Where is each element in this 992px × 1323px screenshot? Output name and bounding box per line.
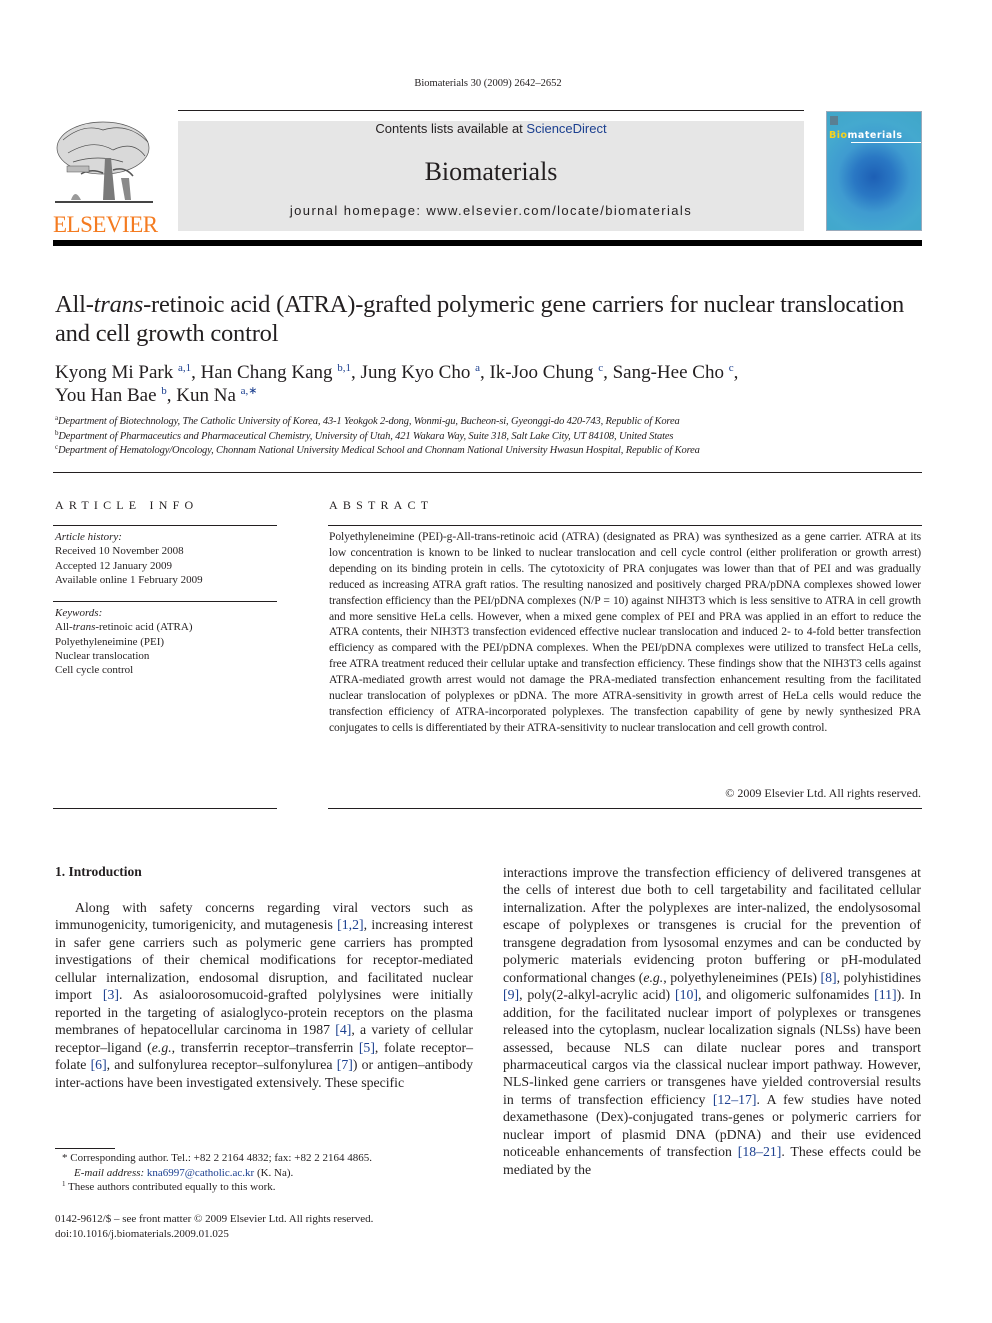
author[interactable]: Kyong Mi Park a,1 bbox=[55, 362, 191, 383]
reference-link[interactable]: [9] bbox=[503, 987, 519, 1002]
reference-link[interactable]: [4] bbox=[335, 1022, 351, 1037]
affiliation: bDepartment of Pharmaceutics and Pharmac… bbox=[55, 428, 674, 442]
footnotes: * Corresponding author. Tel.: +82 2 2164… bbox=[62, 1151, 482, 1195]
cover-rule bbox=[851, 142, 921, 143]
cover-title-highlight: Bio bbox=[829, 130, 848, 141]
journal-citation: Biomaterials 30 (2009) 2642–2652 bbox=[414, 78, 562, 89]
corresponding-author-note: * Corresponding author. Tel.: +82 2 2164… bbox=[62, 1152, 372, 1164]
reference-link[interactable]: [18–21] bbox=[738, 1144, 782, 1159]
author[interactable]: Sang-Hee Cho c bbox=[613, 362, 734, 383]
header-thick-rule bbox=[53, 240, 922, 246]
introduction-left-column: Along with safety concerns regarding vir… bbox=[55, 900, 474, 1090]
keywords-label: Keywords: bbox=[55, 607, 103, 619]
keyword: All-trans-retinoic acid (ATRA) bbox=[55, 621, 193, 634]
reference-link[interactable]: [7] bbox=[337, 1057, 353, 1072]
keywords: Keywords: All-trans-retinoic acid (ATRA)… bbox=[55, 606, 275, 677]
equal-contribution-note: 1 These authors contributed equally to t… bbox=[62, 1180, 276, 1194]
divider bbox=[53, 525, 277, 526]
elsevier-tree-icon bbox=[53, 118, 155, 208]
history-label: Article history: bbox=[55, 531, 122, 543]
author[interactable]: You Han Bae b bbox=[55, 385, 167, 406]
email-link[interactable]: kna6997@catholic.ac.kr bbox=[147, 1167, 254, 1179]
abstract-copyright: © 2009 Elsevier Ltd. All rights reserved… bbox=[725, 786, 921, 800]
abstract-heading: ABSTRACT bbox=[329, 498, 434, 512]
email-note: E-mail address: kna6997@catholic.ac.kr (… bbox=[74, 1166, 294, 1179]
elsevier-logo[interactable]: ELSEVIER bbox=[53, 118, 158, 236]
reference-link[interactable]: [8] bbox=[821, 970, 837, 985]
keyword: Cell cycle control bbox=[55, 664, 134, 677]
divider bbox=[328, 808, 922, 809]
history-accepted: Accepted 12 January 2009 bbox=[55, 559, 172, 572]
italic-text: e.g. bbox=[151, 1039, 172, 1055]
author[interactable]: Ik-Joo Chung c bbox=[489, 362, 603, 383]
header-rule bbox=[178, 110, 804, 111]
introduction-heading: 1. Introduction bbox=[55, 864, 142, 879]
journal-name: Biomaterials bbox=[424, 157, 558, 186]
article-title: All-trans-retinoic acid (ATRA)-grafted p… bbox=[55, 290, 925, 348]
reference-link[interactable]: [3] bbox=[103, 987, 119, 1002]
journal-homepage-link[interactable]: journal homepage: www.elsevier.com/locat… bbox=[178, 203, 804, 218]
issn-line: 0142-9612/$ – see front matter © 2009 El… bbox=[55, 1213, 374, 1225]
title-part-1: All- bbox=[55, 291, 94, 318]
divider bbox=[328, 525, 922, 526]
journal-masthead: Contents lists available at ScienceDirec… bbox=[178, 121, 804, 231]
history-received: Received 10 November 2008 bbox=[55, 545, 184, 558]
affiliation-rule bbox=[53, 472, 922, 473]
footnote-rule bbox=[55, 1148, 115, 1149]
contents-line: Contents lists available at ScienceDirec… bbox=[178, 121, 804, 137]
italic-text: e.g. bbox=[643, 969, 664, 985]
introduction-right-column: interactions improve the transfection ef… bbox=[503, 865, 921, 1177]
elsevier-wordmark: ELSEVIER bbox=[53, 212, 158, 237]
article-info-heading: ARTICLE INFO bbox=[55, 498, 199, 512]
reference-link[interactable]: [6] bbox=[91, 1057, 107, 1072]
journal-cover-thumbnail[interactable]: Biomaterials bbox=[826, 111, 922, 231]
publication-info: 0142-9612/$ – see front matter © 2009 El… bbox=[55, 1212, 495, 1241]
cover-title-rest: materials bbox=[847, 130, 903, 141]
title-part-2: -retinoic acid (ATRA)-grafted polymeric … bbox=[55, 291, 905, 347]
affiliation: aDepartment of Biotechnology, The Cathol… bbox=[55, 414, 680, 428]
article-history: Article history: Received 10 November 20… bbox=[55, 530, 275, 587]
cover-title: Biomaterials bbox=[829, 130, 903, 141]
title-italic: trans bbox=[93, 291, 144, 318]
affiliation: cDepartment of Hematology/Oncology, Chon… bbox=[55, 443, 700, 457]
divider bbox=[53, 808, 277, 809]
sciencedirect-link[interactable]: ScienceDirect bbox=[526, 121, 606, 136]
keyword: Polyethyleneimine (PEI) bbox=[55, 635, 165, 648]
author[interactable]: Jung Kyo Cho a bbox=[361, 362, 480, 383]
author-list: Kyong Mi Park a,1, Han Chang Kang b,1, J… bbox=[55, 362, 739, 406]
reference-link[interactable]: [12–17] bbox=[713, 1092, 757, 1107]
author[interactable]: Han Chang Kang b,1 bbox=[201, 362, 351, 383]
divider bbox=[53, 601, 277, 602]
reference-link[interactable]: [10] bbox=[675, 987, 698, 1002]
cover-logo-icon bbox=[830, 116, 838, 125]
abstract-text: Polyethyleneimine (PEI)-g-All-trans-reti… bbox=[329, 530, 921, 734]
reference-link[interactable]: [11] bbox=[874, 987, 896, 1002]
keyword: Nuclear translocation bbox=[55, 649, 150, 662]
history-online: Available online 1 February 2009 bbox=[55, 573, 203, 586]
contents-prefix: Contents lists available at bbox=[375, 121, 527, 136]
affiliations: aDepartment of Biotechnology, The Cathol… bbox=[55, 415, 925, 459]
doi-link[interactable]: doi:10.1016/j.biomaterials.2009.01.025 bbox=[55, 1227, 495, 1242]
reference-link[interactable]: [5] bbox=[359, 1040, 375, 1055]
author[interactable]: Kun Na a,∗ bbox=[176, 385, 257, 406]
reference-link[interactable]: [1,2] bbox=[337, 917, 363, 932]
